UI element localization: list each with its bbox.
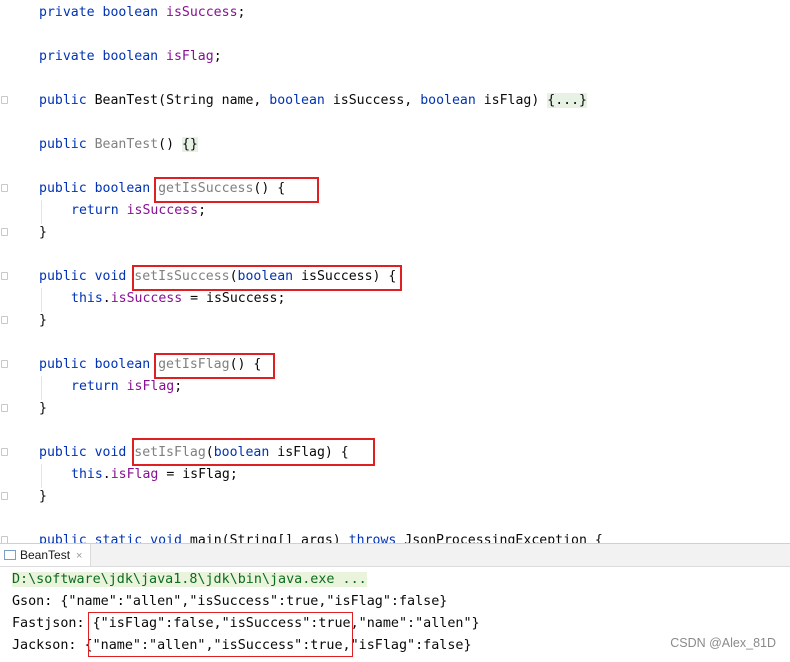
code-line: return isSuccess; [71,203,207,218]
close-icon[interactable]: × [76,550,82,562]
editor-gutter [0,0,12,543]
fold-marker[interactable] [1,272,8,280]
fold-marker[interactable] [1,492,8,500]
java-command-link[interactable]: D:\software\jdk\java1.8\jdk\bin\java.exe… [12,572,367,587]
fold-marker[interactable] [1,536,8,543]
console-line: Jackson: {"name":"allen","isSuccess":tru… [12,638,472,653]
code-editor[interactable]: private boolean isSuccess; private boole… [0,0,790,543]
code-line: } [39,225,47,240]
fold-marker[interactable] [1,360,8,368]
code-line: public boolean getIsSuccess() { [39,181,286,196]
code-line: public BeanTest() {} [39,137,198,152]
fold-marker[interactable] [1,184,8,192]
tab-beantest[interactable]: BeanTest × [0,544,92,566]
console-line: Fastjson: {"isFlag":false,"isSuccess":tr… [12,616,480,631]
fold-marker[interactable] [1,404,8,412]
code-line: } [39,489,47,504]
code-line: public void setIsSuccess(boolean isSucce… [39,269,397,284]
code-line: public BeanTest(String name, boolean isS… [39,93,587,108]
folded-code-block[interactable]: {} [181,137,198,152]
run-config-icon [4,550,16,560]
folded-code-block[interactable]: {...} [547,93,587,108]
fold-marker[interactable] [1,448,8,456]
code-line: private boolean isSuccess; [39,5,246,20]
code-line: private boolean isFlag; [39,49,222,64]
run-tool-window-tabs: BeanTest × [0,544,790,567]
fold-marker[interactable] [1,228,8,236]
code-line: public void setIsFlag(boolean isFlag) { [39,445,349,460]
code-line: } [39,313,47,328]
code-line: } [39,401,47,416]
code-line: public boolean getIsFlag() { [39,357,262,372]
console-line: Gson: {"name":"allen","isSuccess":true,"… [12,594,448,609]
watermark: CSDN @Alex_81D [670,636,776,650]
fold-marker[interactable] [1,96,8,104]
code-line: this.isFlag = isFlag; [71,467,238,482]
code-line: public static void main(String[] args) t… [39,533,603,543]
code-line: return isFlag; [71,379,183,394]
console-line: D:\software\jdk\java1.8\jdk\bin\java.exe… [12,569,367,591]
fold-marker[interactable] [1,316,8,324]
tab-label: BeanTest [20,548,71,562]
code-line: this.isSuccess = isSuccess; [71,291,286,306]
